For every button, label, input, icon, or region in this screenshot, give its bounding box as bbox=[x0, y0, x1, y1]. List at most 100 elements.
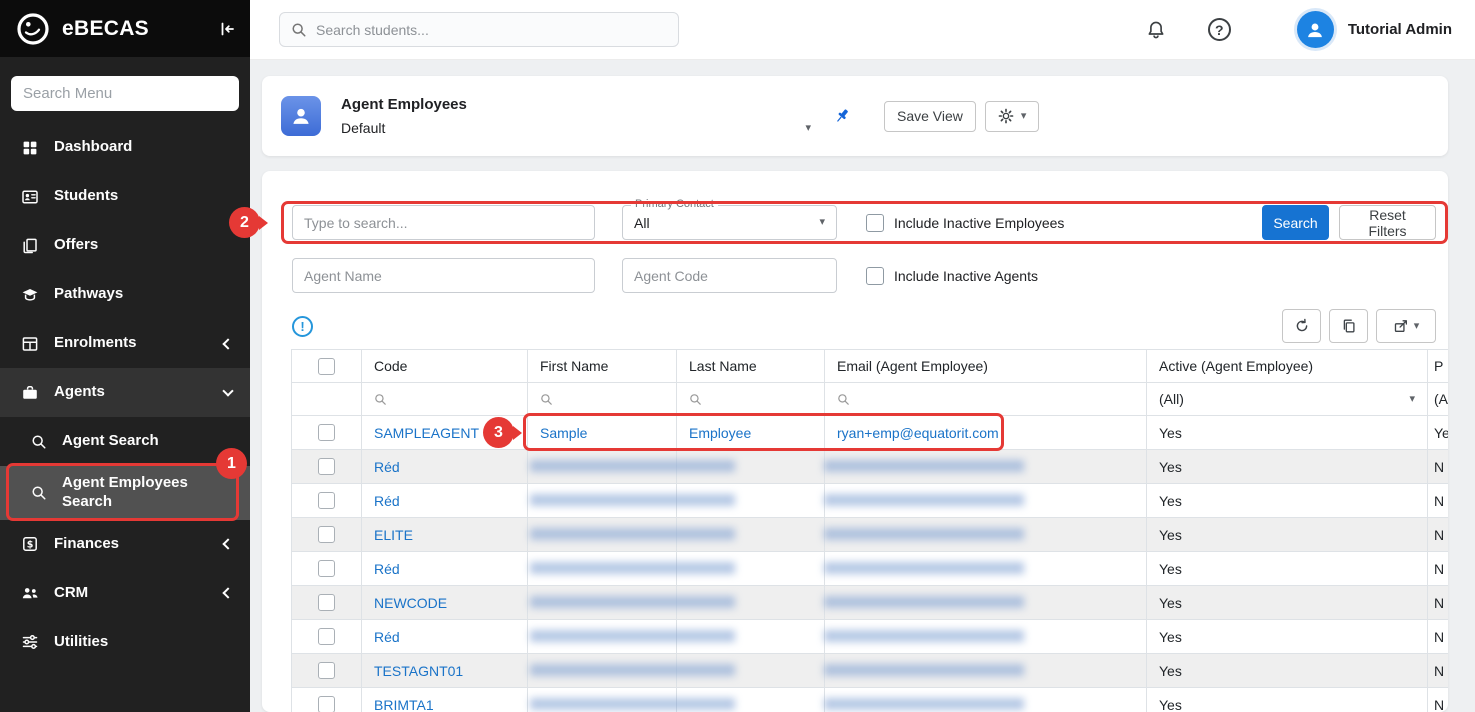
sidebar-item-finances[interactable]: Finances bbox=[0, 520, 250, 569]
include-inactive-agents-checkbox[interactable] bbox=[866, 267, 884, 285]
table-row[interactable]: NEWCODE Yes N bbox=[292, 586, 1449, 620]
crm-icon bbox=[21, 584, 39, 602]
sidebar-item-agent-employees-search[interactable]: Agent Employees Search bbox=[0, 466, 250, 520]
table-header-row: Code First Name Last Name Email (Agent E… bbox=[292, 350, 1449, 383]
table-toolbar: ! ▾ bbox=[292, 309, 1436, 343]
row-checkbox[interactable] bbox=[318, 594, 335, 611]
column-header-first-name[interactable]: First Name bbox=[528, 350, 677, 383]
code-link[interactable]: NEWCODE bbox=[374, 595, 447, 611]
row-checkbox[interactable] bbox=[318, 662, 335, 679]
sidebar-item-label: Offers bbox=[54, 236, 98, 255]
table-row[interactable]: Réd Yes N bbox=[292, 484, 1449, 518]
sidebar-item-pathways[interactable]: Pathways bbox=[0, 270, 250, 319]
column-header-email[interactable]: Email (Agent Employee) bbox=[825, 350, 1147, 383]
column-header-last-name[interactable]: Last Name bbox=[677, 350, 825, 383]
column-header-primary[interactable]: P bbox=[1428, 350, 1449, 383]
last-name-link[interactable]: Employee bbox=[689, 425, 751, 441]
page-title: Agent Employees bbox=[341, 96, 811, 113]
global-search[interactable] bbox=[279, 12, 679, 47]
chevron-down-icon bbox=[222, 385, 233, 396]
search-icon bbox=[689, 393, 702, 406]
select-all-checkbox[interactable] bbox=[318, 358, 335, 375]
view-select[interactable]: Default ▾ bbox=[341, 120, 811, 136]
row-checkbox[interactable] bbox=[318, 560, 335, 577]
user-name: Tutorial Admin bbox=[1348, 21, 1452, 38]
sidebar-item-label: Students bbox=[54, 187, 118, 206]
table-row[interactable]: Réd Yes N bbox=[292, 552, 1449, 586]
column-header-code[interactable]: Code bbox=[362, 350, 528, 383]
agent-code-input[interactable] bbox=[622, 258, 837, 293]
code-link[interactable]: Réd bbox=[374, 629, 400, 645]
table-row[interactable]: ELITE Yes N bbox=[292, 518, 1449, 552]
sidebar-item-enrolments[interactable]: Enrolments bbox=[0, 319, 250, 368]
code-link[interactable]: Réd bbox=[374, 493, 400, 509]
code-link[interactable]: Réd bbox=[374, 561, 400, 577]
sidebar-item-dashboard[interactable]: Dashboard bbox=[0, 123, 250, 172]
table-row[interactable]: BRIMTA1 Yes N bbox=[292, 688, 1449, 712]
sidebar-item-label: Agents bbox=[54, 383, 105, 402]
help-icon[interactable]: ? bbox=[1208, 18, 1231, 41]
table-row[interactable]: Réd Yes N bbox=[292, 620, 1449, 654]
quick-search-input[interactable] bbox=[292, 205, 595, 240]
row-checkbox[interactable] bbox=[318, 492, 335, 509]
primary-column-filter[interactable]: (A bbox=[1434, 391, 1448, 407]
export-button[interactable]: ▾ bbox=[1376, 309, 1436, 343]
refresh-button[interactable] bbox=[1282, 309, 1321, 343]
sidebar-item-utilities[interactable]: Utilities bbox=[0, 618, 250, 667]
row-checkbox[interactable] bbox=[318, 458, 335, 475]
first-name-link[interactable]: Sample bbox=[540, 425, 587, 441]
enrolments-icon bbox=[21, 335, 39, 353]
code-link[interactable]: TESTAGNT01 bbox=[374, 663, 463, 679]
search-icon bbox=[31, 485, 47, 501]
table-row[interactable]: Réd Yes N bbox=[292, 450, 1449, 484]
column-header-active[interactable]: Active (Agent Employee) bbox=[1147, 350, 1428, 383]
code-link[interactable]: Réd bbox=[374, 459, 400, 475]
primary-contact-value: All bbox=[634, 215, 650, 231]
table-row[interactable]: SAMPLEAGENT Sample Employee ryan+emp@equ… bbox=[292, 416, 1449, 450]
pin-view-icon[interactable] bbox=[833, 107, 851, 125]
sidebar-collapse-icon[interactable] bbox=[218, 20, 236, 38]
sidebar-item-students[interactable]: Students bbox=[0, 172, 250, 221]
save-view-button[interactable]: Save View bbox=[884, 101, 976, 132]
sidebar-item-agents[interactable]: Agents bbox=[0, 368, 250, 417]
sidebar-item-label: Enrolments bbox=[54, 334, 137, 353]
code-link[interactable]: SAMPLEAGENT bbox=[374, 425, 479, 441]
view-settings-button[interactable]: ▾ bbox=[985, 101, 1040, 132]
employee-filter-row: Primary Contact All ▾ Include Inactive E… bbox=[292, 205, 1436, 240]
ebecas-logo-icon bbox=[14, 10, 52, 48]
row-checkbox[interactable] bbox=[318, 526, 335, 543]
sidebar-item-crm[interactable]: CRM bbox=[0, 569, 250, 618]
sidebar-item-offers[interactable]: Offers bbox=[0, 221, 250, 270]
row-checkbox[interactable] bbox=[318, 424, 335, 441]
first-name-column-filter[interactable] bbox=[540, 393, 664, 406]
notifications-bell-icon[interactable] bbox=[1146, 20, 1166, 40]
include-inactive-employees-checkbox[interactable] bbox=[866, 214, 884, 232]
primary-contact-select[interactable]: Primary Contact All ▾ bbox=[622, 205, 837, 240]
user-avatar[interactable] bbox=[1297, 11, 1334, 48]
active-cell: Yes bbox=[1147, 688, 1428, 712]
row-checkbox[interactable] bbox=[318, 696, 335, 712]
include-inactive-agents: Include Inactive Agents bbox=[866, 267, 1038, 285]
copy-button[interactable] bbox=[1329, 309, 1368, 343]
row-checkbox[interactable] bbox=[318, 628, 335, 645]
active-column-filter[interactable]: (All)▾ bbox=[1159, 391, 1415, 407]
code-link[interactable]: ELITE bbox=[374, 527, 413, 543]
table-row[interactable]: TESTAGNT01 Yes N bbox=[292, 654, 1449, 688]
primary-cell: N bbox=[1428, 552, 1449, 586]
checkbox-label: Include Inactive Employees bbox=[894, 215, 1064, 231]
sidebar-search-input[interactable] bbox=[11, 76, 239, 111]
sidebar-item-agent-search[interactable]: Agent Search bbox=[0, 417, 250, 466]
active-cell: Yes bbox=[1147, 620, 1428, 654]
last-name-column-filter[interactable] bbox=[689, 393, 812, 406]
reset-filters-button[interactable]: Reset Filters bbox=[1339, 205, 1436, 240]
agent-name-input[interactable] bbox=[292, 258, 595, 293]
code-link[interactable]: BRIMTA1 bbox=[374, 697, 434, 712]
search-button[interactable]: Search bbox=[1262, 205, 1329, 240]
code-column-filter[interactable] bbox=[374, 393, 515, 406]
info-icon[interactable]: ! bbox=[292, 316, 313, 337]
sidebar-nav: Dashboard Students Offers Pathways Enrol… bbox=[0, 123, 250, 667]
global-search-input[interactable] bbox=[316, 22, 667, 38]
active-cell: Yes bbox=[1147, 416, 1428, 450]
email-link[interactable]: ryan+emp@equatorit.com bbox=[837, 425, 999, 441]
email-column-filter[interactable] bbox=[837, 393, 1134, 406]
